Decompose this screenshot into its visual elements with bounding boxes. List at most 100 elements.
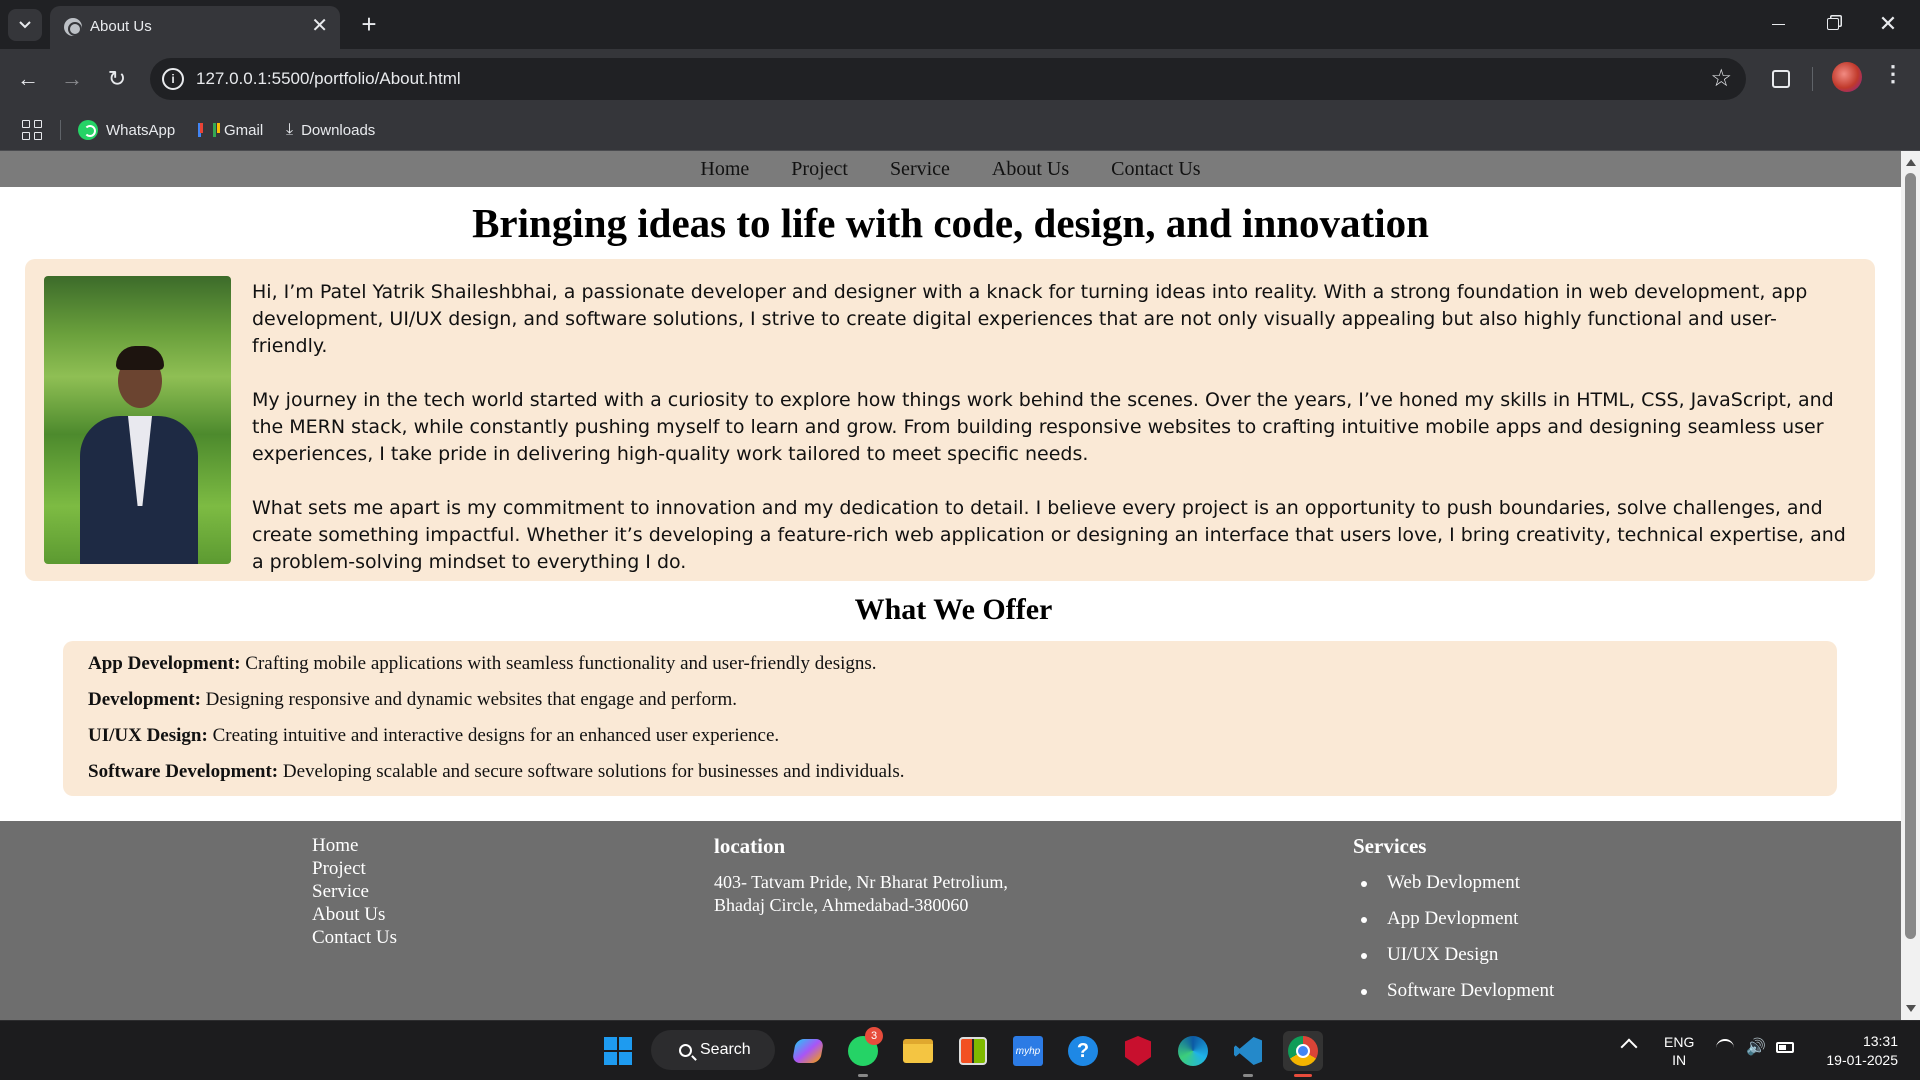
bookmarks-divider (60, 120, 61, 140)
browser-menu-button[interactable]: ⋮ (1878, 61, 1908, 87)
folder-icon (903, 1039, 933, 1063)
start-button[interactable] (598, 1031, 638, 1071)
footer-location: location 403- Tatvam Pride, Nr Bharat Pe… (714, 833, 1008, 917)
page-title: Bringing ideas to life with code, design… (472, 200, 1429, 246)
nav-link-about[interactable]: About Us (992, 151, 1069, 187)
back-button[interactable]: ← (10, 61, 46, 97)
toolbar-divider (1812, 67, 1813, 91)
offer-text: Crafting mobile applications with seamle… (240, 653, 877, 674)
url-text[interactable]: 127.0.0.1:5500/portfolio/About.html (196, 69, 461, 89)
window-close-button[interactable]: ✕ (1866, 6, 1910, 42)
clock[interactable]: 13:31 19-01-2025 (1812, 1032, 1898, 1070)
battery-icon[interactable] (1776, 1042, 1794, 1053)
address-line: 403- Tatvam Pride, Nr Bharat Petrolium, (714, 872, 1008, 892)
offer-text: Creating intuitive and interactive desig… (207, 725, 780, 746)
extensions-button[interactable] (1764, 62, 1798, 96)
puzzle-icon (1772, 70, 1790, 88)
region-code: IN (1672, 1052, 1687, 1068)
taskbar-mcafee[interactable] (1118, 1031, 1158, 1071)
running-indicator (1243, 1074, 1253, 1077)
new-tab-button[interactable]: + (353, 8, 385, 40)
services-list: Web Devlopment App Devlopment UI/UX Desi… (1353, 865, 1554, 1009)
offer-item: UI/UX Design: Creating intuitive and int… (88, 725, 1837, 746)
bookmark-gmail[interactable]: Gmail (198, 117, 263, 143)
taskbar-copilot[interactable] (788, 1031, 828, 1071)
forward-button[interactable]: → (54, 61, 90, 97)
about-paragraph: My journey in the tech world started wit… (252, 389, 1834, 465)
search-label: Search (700, 1041, 751, 1058)
taskbar-whatsapp[interactable]: 3 (843, 1027, 883, 1077)
windows-logo-icon (604, 1037, 632, 1065)
scroll-up-arrow-icon[interactable] (1906, 159, 1916, 166)
site-info-icon[interactable]: i (162, 68, 184, 90)
nav-link-home[interactable]: Home (700, 151, 749, 187)
offer-item: Development: Designing responsive and dy… (88, 689, 1837, 710)
location-heading: location (714, 834, 786, 858)
page-scrollbar[interactable] (1901, 151, 1920, 1020)
language-indicator[interactable]: ENG IN (1664, 1033, 1694, 1069)
scroll-down-arrow-icon[interactable] (1906, 1005, 1916, 1012)
address-line: Bhadaj Circle, Ahmedabad-380060 (714, 895, 969, 915)
offer-item: App Development: Crafting mobile applica… (88, 653, 1837, 674)
scrollbar-thumb[interactable] (1905, 173, 1916, 939)
tray-overflow-chevron-icon[interactable] (1620, 1038, 1638, 1056)
nav-link-contact[interactable]: Contact Us (1111, 151, 1200, 187)
taskbar-myhp[interactable]: myhp (1008, 1031, 1048, 1071)
taskbar: Search 3 myhp ? ENG IN 🔊 13:31 19-01-202… (0, 1020, 1920, 1080)
search-icon (679, 1043, 692, 1057)
tab-search-button[interactable] (8, 9, 42, 41)
taskbar-file-explorer[interactable] (898, 1031, 938, 1071)
site-nav: Home Project Service About Us Contact Us (0, 151, 1901, 187)
volume-icon[interactable]: 🔊 (1746, 1037, 1766, 1057)
edge-icon (1178, 1036, 1208, 1066)
address-bar[interactable]: i 127.0.0.1:5500/portfolio/About.html ☆ (150, 58, 1746, 100)
wifi-icon[interactable] (1716, 1039, 1734, 1057)
site-footer: Home Project Service About Us Contact Us… (0, 821, 1901, 1020)
offer-card: App Development: Crafting mobile applica… (63, 641, 1837, 796)
bookmark-star-icon[interactable]: ☆ (1710, 64, 1732, 93)
about-card: Hi, I’m Patel Yatrik Shaileshbhai, a pas… (25, 259, 1875, 581)
bookmark-downloads[interactable]: ⤓ Downloads (286, 117, 375, 143)
nav-link-project[interactable]: Project (791, 151, 848, 187)
service-item: Software Devlopment (1353, 973, 1554, 1009)
bookmarks-bar: WhatsApp Gmail ⤓ Downloads (0, 108, 1920, 151)
close-icon[interactable]: ✕ (311, 14, 328, 38)
chevron-down-icon (19, 21, 31, 29)
service-item: Web Devlopment (1353, 865, 1554, 901)
service-item: App Devlopment (1353, 901, 1554, 937)
restore-button[interactable] (1811, 6, 1855, 42)
vscode-icon (1234, 1037, 1262, 1065)
minimize-button[interactable] (1756, 6, 1800, 42)
bookmark-label: Gmail (224, 121, 264, 139)
minimize-icon (1771, 23, 1785, 25)
taskbar-store[interactable] (953, 1031, 993, 1071)
reload-button[interactable]: ↻ (99, 61, 135, 97)
address: 403- Tatvam Pride, Nr Bharat Petrolium, … (714, 871, 1008, 917)
footer-link-project[interactable]: Project (312, 857, 397, 880)
services-heading: Services (1353, 834, 1427, 858)
taskbar-vscode[interactable] (1228, 1031, 1268, 1077)
service-item: UI/UX Design (1353, 937, 1554, 973)
offer-text: Developing scalable and secure software … (278, 761, 905, 782)
footer-link-about[interactable]: About Us (312, 903, 397, 926)
myhp-icon: myhp (1013, 1036, 1043, 1066)
footer-link-contact[interactable]: Contact Us (312, 926, 397, 949)
taskbar-chrome[interactable] (1283, 1031, 1323, 1077)
about-paragraph: Hi, I’m Patel Yatrik Shaileshbhai, a pas… (252, 281, 1808, 357)
offer-label: Software Development: (88, 761, 279, 782)
tab-title: About Us (90, 18, 152, 35)
nav-link-service[interactable]: Service (890, 151, 950, 187)
tab-active[interactable]: About Us ✕ (50, 6, 340, 49)
footer-link-service[interactable]: Service (312, 880, 397, 903)
running-indicator (858, 1074, 868, 1077)
taskbar-edge[interactable] (1173, 1031, 1213, 1071)
footer-services: Services Web Devlopment App Devlopment U… (1353, 833, 1554, 1009)
footer-links: Home Project Service About Us Contact Us (312, 834, 397, 949)
bookmark-whatsapp[interactable]: WhatsApp (78, 117, 175, 143)
profile-avatar[interactable] (1832, 62, 1862, 92)
taskbar-get-help[interactable]: ? (1063, 1031, 1103, 1071)
footer-link-home[interactable]: Home (312, 834, 397, 857)
profile-photo (44, 276, 231, 564)
apps-grid-icon[interactable] (22, 120, 42, 140)
taskbar-search[interactable]: Search (651, 1030, 775, 1070)
